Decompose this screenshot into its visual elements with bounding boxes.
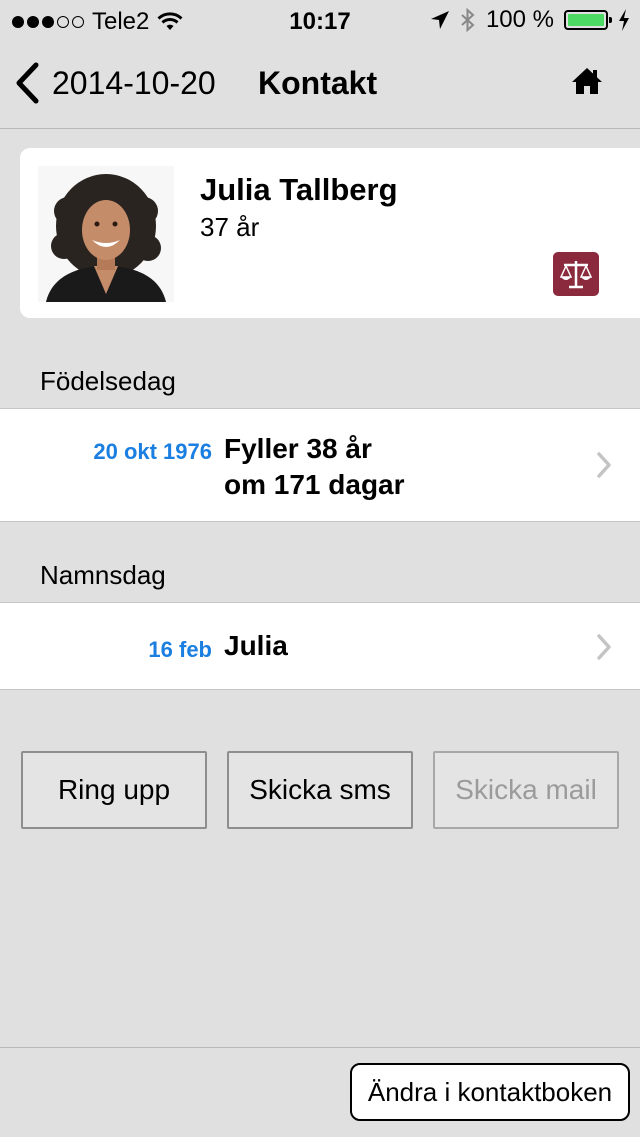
back-label: 2014-10-20 [52, 64, 216, 101]
scales-icon [553, 252, 599, 296]
chevron-right-icon [597, 634, 611, 660]
contact-card: Julia Tallberg 37 år [20, 148, 640, 318]
location-arrow-icon [430, 11, 449, 29]
birthday-countdown-label: om 171 dagar [224, 469, 405, 500]
birthday-date: 20 okt 1976 [93, 439, 212, 464]
battery-fill [568, 14, 604, 26]
birthday-turns-label: Fyller 38 år [224, 433, 372, 464]
battery-nub [609, 17, 612, 23]
status-right: 100 % [430, 6, 630, 34]
charging-bolt-icon [619, 9, 629, 31]
contact-photo [38, 166, 174, 302]
birthday-info: Fyller 38 år om 171 dagar [224, 431, 405, 503]
send-sms-button[interactable]: Skicka sms [227, 751, 413, 829]
contact-avatar-image [38, 166, 174, 302]
contact-age: 37 år [200, 212, 260, 242]
home-icon [572, 68, 602, 94]
send-mail-button[interactable]: Skicka mail [433, 751, 619, 829]
edit-in-contacts-button[interactable]: Ändra i kontaktboken [350, 1063, 630, 1121]
contact-name: Julia Tallberg [200, 172, 398, 207]
chevron-right-icon [597, 452, 611, 478]
nameday-header: Namnsdag [40, 560, 166, 590]
bottom-toolbar: Ändra i kontaktboken [0, 1047, 640, 1137]
back-button[interactable]: 2014-10-20 [14, 62, 216, 104]
call-button[interactable]: Ring upp [21, 751, 207, 829]
chevron-left-icon [16, 62, 39, 104]
home-button[interactable] [570, 66, 604, 101]
birthday-row[interactable]: 20 okt 1976 Fyller 38 år om 171 dagar [0, 408, 640, 522]
birthday-header: Födelsedag [40, 366, 176, 396]
bluetooth-icon [461, 8, 475, 32]
nameday-row[interactable]: 16 feb Julia [0, 602, 640, 690]
nameday-name: Julia [224, 630, 288, 661]
battery-percent: 100 % [485, 6, 554, 33]
navigation-bar: 2014-10-20 Kontakt [0, 40, 640, 129]
status-bar: Tele2 10:17 100 % [0, 0, 640, 40]
battery-icon [564, 10, 612, 30]
nameday-date: 16 feb [148, 637, 212, 662]
page-title: Kontakt [258, 65, 378, 101]
